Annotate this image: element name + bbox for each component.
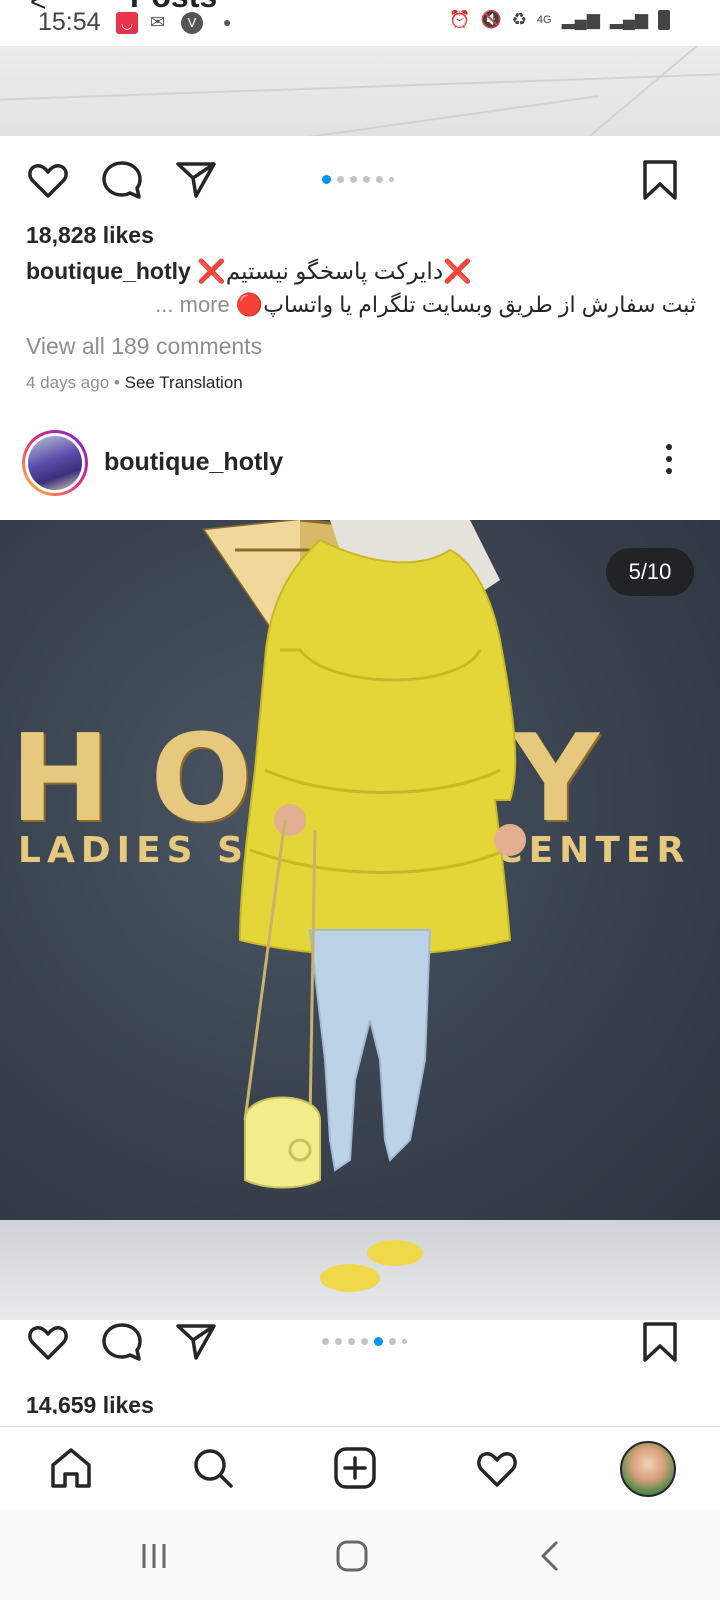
caption-line-2: ... more 🔴ثبت سفارش از طریق وبسایت تلگرا… [26, 292, 696, 318]
like-heart-icon[interactable] [24, 156, 72, 204]
recent-apps-icon[interactable] [136, 1538, 172, 1574]
carousel-dot [389, 177, 394, 182]
avatar[interactable] [22, 430, 88, 496]
post-actions-2 [0, 1318, 720, 1378]
home-icon[interactable] [46, 1443, 96, 1493]
save-bookmark-icon[interactable] [636, 156, 684, 204]
model-figure [238, 520, 526, 1292]
share-icon[interactable] [172, 156, 220, 204]
more-link[interactable]: ... more [155, 292, 230, 317]
likes-count[interactable]: 18,828 likes [26, 222, 154, 249]
carousel-dot [402, 1339, 407, 1344]
mute-icon: 🔇 [480, 10, 502, 29]
carousel-dot [322, 175, 331, 184]
carousel-dot [363, 176, 370, 183]
carousel-dot [348, 1338, 355, 1345]
page-title: Posts [130, 0, 217, 15]
activity-heart-icon[interactable] [472, 1443, 522, 1493]
post-caption: boutique_hotly ❌دایرکت پاسخگو نیستیم❌ [26, 258, 696, 285]
system-navigation-bar [0, 1510, 720, 1600]
post-meta: 4 days ago • See Translation [26, 373, 243, 392]
carousel-dot [322, 1338, 329, 1345]
comment-icon[interactable] [98, 156, 146, 204]
clock: 15:54 [38, 8, 101, 36]
signal-icon-2: ▂▄▆ [609, 10, 648, 29]
back-button-icon[interactable] [532, 1538, 568, 1574]
see-translation-link[interactable]: See Translation [125, 373, 243, 392]
carousel-dot [335, 1338, 342, 1345]
status-icons: ⏰ 🔇 ♻ 4G ▂▄▆ ▂▄▆ [449, 10, 670, 30]
save-bookmark-icon[interactable] [636, 1318, 684, 1366]
profile-avatar[interactable] [620, 1441, 676, 1497]
view-comments-link[interactable]: View all 189 comments [26, 333, 262, 360]
caption-text: ❌دایرکت پاسخگو نیستیم❌ [197, 258, 472, 284]
previous-post-image[interactable] [0, 46, 720, 136]
more-options-icon[interactable] [664, 444, 674, 484]
network-label: 4G [536, 14, 552, 26]
signal-icon: ▂▄▆ [561, 10, 600, 29]
carousel-indicator-2 [322, 1337, 407, 1346]
bottom-navigation [0, 1426, 720, 1510]
post-actions [0, 156, 720, 216]
caption-username[interactable]: boutique_hotly [26, 258, 191, 284]
carousel-dot [337, 176, 344, 183]
status-bar: < Posts 15:54 ◡ ✉ V ● ⏰ 🔇 ♻ 4G ▂▄▆ ▂▄▆ [0, 0, 720, 46]
carousel-counter: 5/10 [606, 548, 694, 596]
likes-count-2[interactable]: 14,659 likes [26, 1392, 154, 1414]
create-post-icon[interactable] [330, 1443, 380, 1493]
timestamp: 4 days ago [26, 373, 110, 392]
search-icon[interactable] [188, 1443, 238, 1493]
home-button-icon[interactable] [334, 1538, 370, 1574]
post-header: boutique_hotly [0, 424, 720, 504]
vpn-icon: V [181, 12, 203, 34]
post-username[interactable]: boutique_hotly [104, 448, 283, 477]
more-notifications-icon: ● [223, 14, 232, 30]
carousel-dot [389, 1338, 396, 1345]
comment-icon[interactable] [98, 1318, 146, 1366]
battery-icon [658, 10, 670, 30]
post-photo[interactable]: HOTLY LADIES SHOPPING CENTER 5/10 [0, 520, 720, 1320]
share-icon[interactable] [172, 1318, 220, 1366]
notification-badge-icon: ◡ [116, 12, 138, 34]
carousel-dot [361, 1338, 368, 1345]
carousel-dot [374, 1337, 383, 1346]
carousel-dot [376, 176, 383, 183]
battery-saver-icon: ♻ [511, 10, 527, 29]
caption-text-2: 🔴ثبت سفارش از طریق وبسایت تلگرام یا واتس… [235, 292, 696, 317]
like-heart-icon[interactable] [24, 1318, 72, 1366]
carousel-dot [350, 176, 357, 183]
message-icon: ✉ [150, 12, 166, 32]
carousel-indicator [322, 175, 394, 184]
alarm-icon: ⏰ [449, 10, 471, 29]
